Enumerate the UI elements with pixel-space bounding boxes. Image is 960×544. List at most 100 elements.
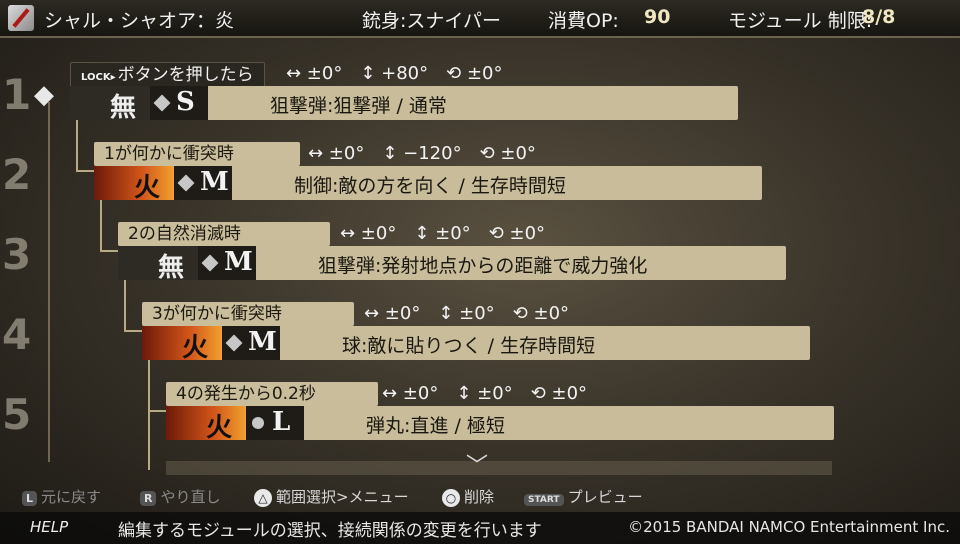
circle-dot-icon	[252, 417, 264, 429]
condition-label: 1が何かに衝突時	[104, 144, 234, 164]
module-description: 狙撃弾:狙撃弾 / 通常	[270, 95, 447, 117]
size-label: L	[272, 407, 291, 437]
range-select-control[interactable]: △ 範囲選択>メニュー	[254, 486, 409, 507]
tree-line	[76, 170, 94, 172]
start-button-icon: START	[524, 494, 564, 506]
size-icon: L	[246, 406, 304, 440]
module-limit-label: モジュール 制限:	[728, 10, 873, 32]
vertical-angle: ↕ −120°	[382, 143, 462, 164]
tree-line	[100, 250, 118, 252]
tree-line	[124, 280, 126, 332]
size-icon: M	[222, 326, 280, 360]
horizontal-angle: ↔ ±0°	[364, 303, 421, 324]
redo-label: やり直し	[160, 488, 221, 506]
attribute-label: 火	[206, 413, 233, 443]
module-block-4[interactable]: 3が何かに衝突時 ↔ ±0° ↕ ±0° ⟲ ±0° 火 M 球:敵に貼りつく / …	[142, 302, 810, 366]
help-bar: HELP 編集するモジュールの選択、接続関係の変更を行います ©2015 BAN…	[0, 512, 960, 544]
attribute-icon: 火	[166, 406, 246, 443]
condition-tab: 3が何かに衝突時	[142, 302, 354, 326]
tree-line	[148, 410, 166, 412]
bullet-name: シャル・シャオア：炎	[44, 10, 235, 32]
diamond-icon	[201, 254, 219, 272]
module-block-3[interactable]: 2の自然消滅時 ↔ ±0° ↕ ±0° ⟲ ±0° 無 M 狙撃弾:発射地点からの距…	[118, 222, 786, 286]
circle-button-icon: ○	[442, 489, 460, 507]
redo-control[interactable]: R やり直し	[140, 486, 221, 507]
size-label: M	[248, 327, 277, 357]
op-label: 消費OP:	[548, 10, 619, 32]
angle-values: ↔ ±0° ↕ +80° ⟲ ±0°	[286, 63, 520, 84]
lock-indicator: LOCK▸	[81, 72, 116, 83]
module-block-2[interactable]: 1が何かに衝突時 ↔ ±0° ↕ −120° ⟲ ±0° 火 M 制御:敵の方を向く…	[94, 142, 762, 206]
size-label: M	[224, 247, 253, 277]
condition-tab: LOCK▸ ボタンを押したら	[70, 62, 265, 88]
barrel-label: 銃身:スナイパー	[362, 10, 502, 32]
condition-tab: 1が何かに衝突時	[94, 142, 300, 166]
module-limit-value: 8/8	[862, 6, 896, 28]
attribute-label: 火	[134, 173, 161, 203]
r-button-icon: R	[140, 491, 157, 506]
condition-label: 3が何かに衝突時	[152, 304, 282, 324]
next-module-ghost	[166, 461, 832, 475]
l-button-icon: L	[22, 491, 38, 506]
delete-control[interactable]: ○ 削除	[442, 486, 494, 507]
rotation-angle: ⟲ ±0°	[446, 63, 503, 84]
rotation-angle: ⟲ ±0°	[488, 223, 546, 244]
horizontal-angle: ↔ ±0°	[382, 383, 439, 404]
module-bar: 火 M 球:敵に貼りつく / 生存時間短	[142, 326, 810, 363]
tree-line	[124, 330, 142, 332]
op-value: 90	[644, 6, 671, 28]
preview-control[interactable]: START プレビュー	[524, 486, 643, 507]
module-description: 球:敵に貼りつく / 生存時間短	[342, 335, 596, 357]
rotation-angle: ⟲ ±0°	[530, 383, 588, 404]
attribute-label: 無	[110, 93, 137, 123]
rotation-angle: ⟲ ±0°	[479, 143, 536, 164]
diamond-icon	[153, 94, 171, 112]
condition-label: ボタンを押したら	[117, 65, 254, 85]
vertical-angle: ↕ ±0°	[414, 223, 471, 244]
row-number: 1	[2, 70, 32, 119]
diamond-icon	[177, 174, 195, 192]
module-description: 狙撃弾:発射地点からの距離で威力強化	[318, 255, 648, 277]
attribute-icon: 無	[70, 86, 150, 123]
condition-label: 2の自然消滅時	[128, 224, 241, 244]
diamond-icon	[225, 334, 243, 352]
condition-tab: 2の自然消滅時	[118, 222, 330, 246]
size-label: S	[176, 87, 195, 117]
horizontal-angle: ↔ ±0°	[340, 223, 397, 244]
tree-line	[48, 102, 50, 462]
angle-values: ↔ ±0° ↕ ±0° ⟲ ±0°	[364, 303, 587, 324]
angle-values: ↔ ±0° ↕ ±0° ⟲ ±0°	[340, 223, 563, 244]
module-block-1[interactable]: LOCK▸ ボタンを押したら ↔ ±0° ↕ +80° ⟲ ±0° 無 S 狙撃弾:狙…	[70, 62, 738, 126]
attribute-icon: 火	[94, 166, 174, 203]
module-bar: 火 L 弾丸:直進 / 極短	[166, 406, 834, 443]
attribute-label: 無	[158, 253, 185, 283]
size-icon: M	[174, 166, 232, 200]
bullet-icon	[8, 5, 34, 31]
top-bar: シャル・シャオア：炎 銃身:スナイパー 消費OP: 90 モジュール 制限: 8…	[0, 0, 960, 38]
vertical-angle: ↕ +80°	[360, 63, 429, 84]
tree-line	[148, 360, 150, 470]
undo-control[interactable]: L 元に戻す	[22, 486, 101, 507]
vertical-angle: ↕ ±0°	[456, 383, 513, 404]
row-number: 3	[2, 230, 32, 279]
copyright: ©2015 BANDAI NAMCO Entertainment Inc.	[628, 518, 950, 536]
chevron-down-icon[interactable]: ﹀	[466, 448, 488, 480]
tree-line	[76, 120, 78, 172]
attribute-icon: 無	[118, 246, 198, 283]
module-bar: 火 M 制御:敵の方を向く / 生存時間短	[94, 166, 762, 203]
tree-line	[100, 200, 102, 252]
condition-tab: 4の発生から0.2秒	[166, 382, 378, 406]
module-bar: 無 S 狙撃弾:狙撃弾 / 通常	[70, 86, 738, 123]
angle-values: ↔ ±0° ↕ −120° ⟲ ±0°	[308, 143, 554, 164]
horizontal-angle: ↔ ±0°	[308, 143, 365, 164]
help-label: HELP	[30, 518, 69, 536]
rotation-angle: ⟲ ±0°	[512, 303, 570, 324]
size-icon: M	[198, 246, 256, 280]
horizontal-angle: ↔ ±0°	[286, 63, 343, 84]
range-select-label: 範囲選択>メニュー	[276, 488, 409, 506]
module-block-5[interactable]: 4の発生から0.2秒 ↔ ±0° ↕ ±0° ⟲ ±0° 火 L 弾丸:直進 / 極…	[166, 382, 834, 446]
cursor-icon: ◆	[34, 80, 54, 110]
undo-label: 元に戻す	[41, 488, 102, 506]
row-number: 4	[2, 310, 32, 359]
attribute-label: 火	[182, 333, 209, 363]
